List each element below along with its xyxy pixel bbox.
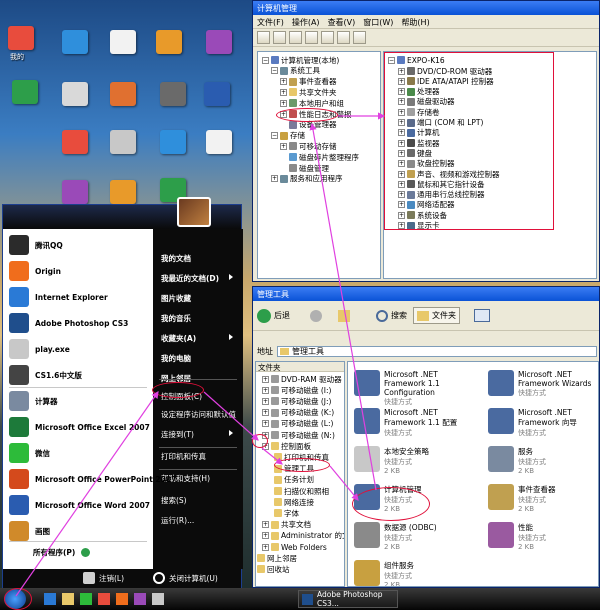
arrow-tree-to-admin-tools (261, 447, 283, 465)
arrow-admin-tools-to-comp-mgmt (329, 465, 359, 501)
annotation-arrows (15, 112, 386, 597)
arrow-comp-mgmt-to-device-manager (309, 122, 377, 491)
arrow-start-to-control-panel (15, 391, 159, 597)
arrow-control-panel-to-tree (203, 391, 259, 441)
